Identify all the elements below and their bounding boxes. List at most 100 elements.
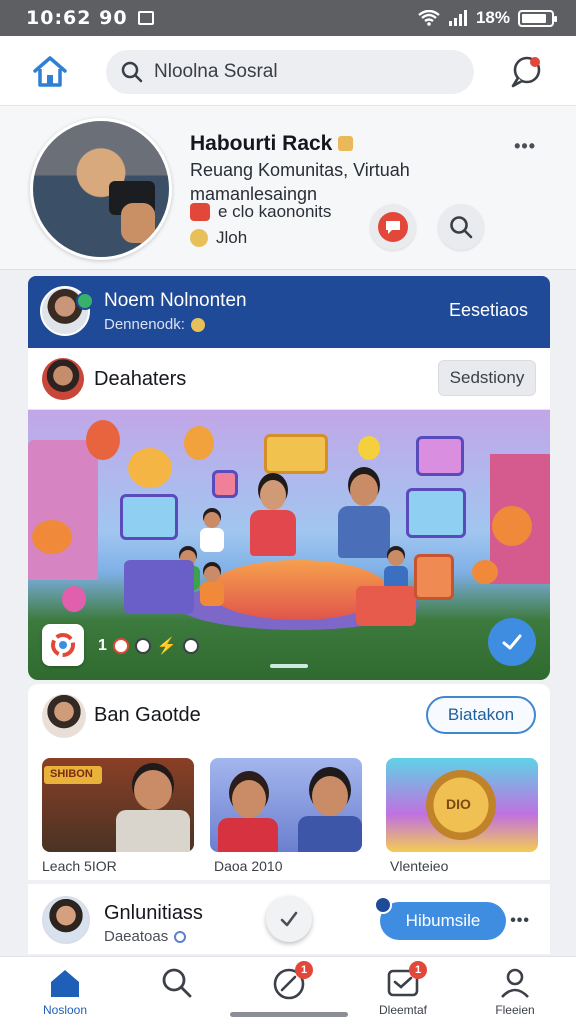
- nav-label: Fleeien: [495, 1003, 535, 1017]
- search-icon: [450, 216, 473, 239]
- coin-icon: [190, 317, 205, 332]
- kid-figure: [200, 512, 224, 556]
- search-icon: [159, 965, 195, 1001]
- community-title: Noem Nolnonten: [104, 290, 247, 311]
- figure-body: [250, 510, 296, 556]
- figure-body: [200, 582, 224, 606]
- battery-icon: [518, 9, 557, 27]
- section-action-button[interactable]: Biatakon: [426, 696, 536, 734]
- profile-header: Habourti Rack Reuang Komunitas, Virtuah …: [0, 106, 576, 270]
- kid-figure: [200, 566, 224, 610]
- top-bar: Nloolna Sosral: [0, 36, 576, 106]
- nav-home[interactable]: Nosloon: [20, 965, 110, 1023]
- search-placeholder: Nloolna Sosral: [154, 61, 278, 82]
- section-avatar[interactable]: [42, 694, 86, 738]
- status-time: 10:62 90: [26, 7, 128, 29]
- community-subtitle: Dennenodk:: [104, 316, 205, 333]
- compose-icon: 1: [271, 961, 313, 1001]
- ribbon-icon: [190, 203, 210, 221]
- screen-graphic: [120, 494, 178, 540]
- channel-action-button[interactable]: Sedstiony: [438, 360, 536, 396]
- screen-graphic: [212, 470, 238, 498]
- play-icon: [378, 212, 408, 242]
- thumbnail-shirt: [116, 810, 190, 852]
- group-row: Gnlunitiass Daeatoas Hibumsile •••: [28, 884, 550, 954]
- channel-name: Deahaters: [94, 368, 187, 390]
- profile-tag-2: Jloh: [190, 228, 247, 248]
- community-action-link[interactable]: Eesetiaos: [449, 300, 528, 321]
- thumbnail-card[interactable]: [210, 758, 362, 852]
- thumbnail-caption: Leach 5IOR: [42, 858, 117, 874]
- nav-search[interactable]: [132, 965, 222, 1023]
- profile-avatar[interactable]: [30, 118, 172, 260]
- community-status-badge: [76, 292, 94, 310]
- coin-text: DIO: [446, 796, 471, 812]
- channel-row: Deahaters Sedstiony: [28, 348, 550, 410]
- thumbnail-card[interactable]: DIO: [386, 758, 538, 852]
- mascot-graphic: [128, 448, 172, 488]
- figure-head: [204, 566, 220, 582]
- nav-notifications[interactable]: 1 Dleemtaf: [358, 961, 448, 1023]
- app-logo[interactable]: [42, 624, 84, 666]
- notification-icon: [137, 11, 154, 25]
- verified-icon: [174, 930, 187, 943]
- battery-percent: 18%: [475, 8, 510, 27]
- lock-icon: [338, 136, 354, 151]
- thumbnail-caption: Daoa 2010: [214, 858, 283, 874]
- signal-icon: [448, 10, 467, 26]
- balloon-graphic: [86, 420, 120, 460]
- person-icon: [497, 965, 533, 1001]
- balloon-graphic: [358, 436, 380, 460]
- status-indicators: 18%: [418, 8, 557, 28]
- chair-graphic: [124, 560, 194, 614]
- confirm-button[interactable]: [488, 618, 536, 666]
- profile-search-button[interactable]: [438, 204, 484, 250]
- group-avatar[interactable]: [42, 896, 90, 944]
- wifi-icon: [418, 10, 440, 26]
- heart-icon: [112, 638, 129, 654]
- home-button[interactable]: [30, 52, 70, 92]
- reactions-bar[interactable]: 1 ⚡: [98, 636, 199, 656]
- community-card[interactable]: Noem Nolnonten Dennenodk: Eesetiaos: [28, 276, 550, 348]
- channel-avatar[interactable]: [42, 358, 84, 400]
- spark-icon: ⚡: [156, 638, 177, 655]
- figure-body: [200, 528, 224, 552]
- smile-icon: [134, 638, 151, 654]
- logo-icon: [51, 633, 75, 657]
- video-button[interactable]: [370, 204, 416, 250]
- group-title: Gnlunitiass: [104, 902, 203, 924]
- thumbnail-sign-text: SHIBON: [50, 768, 93, 780]
- flower-graphic: [32, 520, 72, 554]
- thumbnail-card[interactable]: SHIBON: [42, 758, 194, 852]
- profile-name: Habourti Rack: [190, 132, 354, 156]
- floating-check-button[interactable]: [266, 896, 312, 942]
- profile-tag-text: e clo kaononits: [218, 202, 332, 221]
- nav-profile[interactable]: Fleeien: [470, 965, 560, 1023]
- check-icon: [280, 911, 298, 927]
- hero-illustration[interactable]: 1 ⚡: [28, 410, 550, 680]
- thumbnail-shirt: [298, 816, 362, 852]
- profile-description: Reuang Komunitas, Virtuah mamanlesaingn: [190, 160, 410, 204]
- group-join-button[interactable]: Hibumsile: [380, 902, 506, 940]
- status-bar: 10:62 90 18%: [0, 0, 576, 36]
- thumbnail-shirt: [218, 818, 278, 852]
- figure-head: [350, 474, 378, 506]
- profile-tag2-text: Jloh: [216, 228, 248, 247]
- section-title: Ban Gaotde: [94, 704, 201, 726]
- home-indicator: [230, 1012, 348, 1017]
- thumbnail-caption: Vlenteieo: [390, 858, 449, 874]
- thumbnail-face: [134, 770, 172, 810]
- group-subtitle-text: Daeatoas: [104, 928, 169, 945]
- search-bar[interactable]: Nloolna Sosral: [106, 50, 474, 94]
- castle-graphic: [28, 440, 98, 580]
- thumbnail-row: SHIBON DIO Leach 5IOR Daoa 2010 Vlenteie…: [28, 748, 550, 880]
- messages-button[interactable]: [506, 52, 546, 92]
- figure-head: [204, 512, 220, 528]
- thumbnail-face: [312, 776, 348, 816]
- coin-icon: [190, 229, 208, 247]
- check-icon: [502, 634, 522, 650]
- group-more-button[interactable]: •••: [510, 912, 530, 930]
- balloon-graphic: [184, 426, 214, 460]
- profile-more-button[interactable]: •••: [514, 136, 536, 157]
- woman-figure: [242, 480, 302, 580]
